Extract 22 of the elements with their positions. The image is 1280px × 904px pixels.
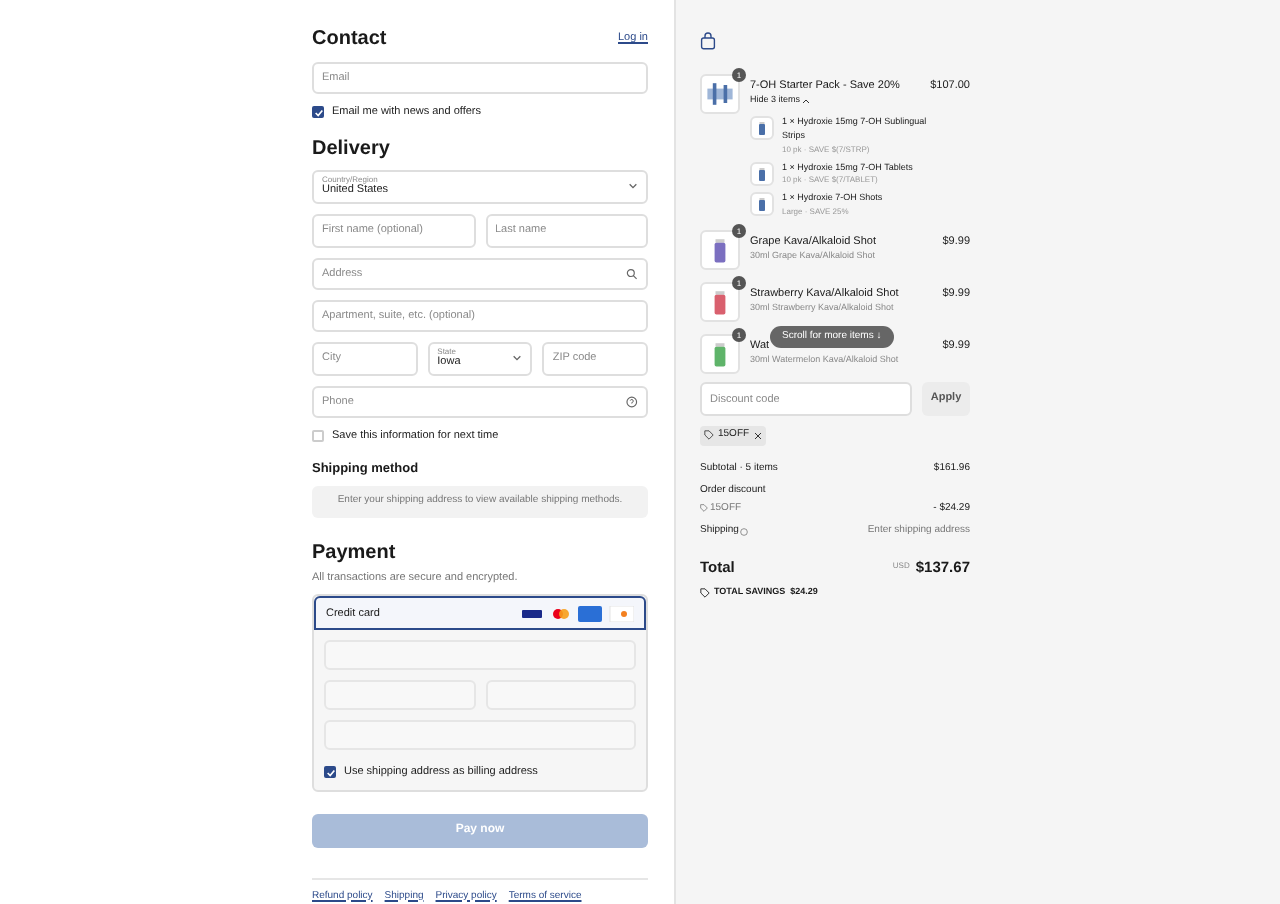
chevron-down-icon: [628, 182, 638, 191]
product-thumbnail: [750, 192, 774, 217]
product-thumbnail: [700, 334, 740, 374]
product-thumbnail: [750, 116, 774, 140]
close-icon[interactable]: [753, 431, 762, 440]
product-thumbnail: [700, 74, 740, 114]
chevron-down-icon: [512, 354, 523, 363]
section-title: Delivery: [312, 136, 392, 165]
search-icon: [626, 267, 638, 280]
product-thumbnail: [700, 230, 740, 270]
tag-icon: [700, 504, 708, 513]
section-title: Payment: [312, 539, 398, 568]
tag-icon: [704, 430, 714, 441]
tag-icon: [700, 587, 710, 598]
help-icon: [626, 395, 638, 408]
card-logos-drawing: [522, 605, 634, 622]
shopping-bag-icon[interactable]: [700, 32, 716, 50]
product-thumbnail: [700, 282, 740, 322]
checkbox[interactable]: [312, 430, 324, 443]
product-thumbnail: [750, 161, 774, 185]
help-icon: [740, 527, 749, 536]
section-title: Contact: [312, 26, 387, 54]
